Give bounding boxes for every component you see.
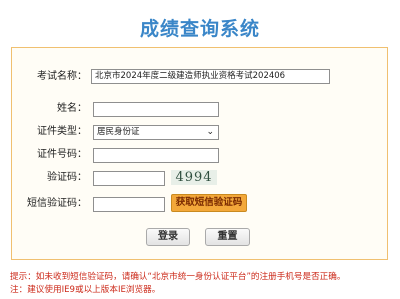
login-button[interactable]: 登录 — [146, 228, 190, 246]
name-label: 姓名： — [57, 103, 87, 114]
name-input[interactable] — [93, 102, 219, 117]
captcha-input[interactable] — [93, 171, 165, 186]
page-title: 成绩查询系统 — [139, 18, 260, 40]
sms-tip-note: 提示：如未收到短信验证码，请确认“北京市统一身份认证平台”的注册手机号是否正确。 — [10, 272, 346, 282]
get-sms-code-button[interactable]: 获取短信验证码 — [171, 194, 247, 212]
sms-code-label: 短信验证码： — [27, 198, 87, 209]
sms-code-input[interactable] — [93, 197, 165, 212]
captcha-image[interactable]: 4994 — [171, 170, 217, 185]
id-type-select[interactable]: 居民身份证 ⌄ — [93, 125, 219, 140]
chevron-down-icon: ⌄ — [206, 127, 214, 137]
exam-name-field: 北京市2024年度二级建造师执业资格考试202406 — [91, 69, 330, 84]
id-type-label: 证件类型： — [37, 126, 87, 137]
id-type-selected-value: 居民身份证 — [97, 127, 140, 137]
id-number-input[interactable] — [93, 148, 219, 163]
captcha-label: 验证码： — [47, 172, 87, 183]
browser-note: 注：建议使用IE9或以上版本IE浏览器。 — [10, 285, 161, 295]
exam-name-label: 考试名称： — [37, 71, 87, 82]
reset-button[interactable]: 重置 — [205, 228, 250, 246]
id-number-label: 证件号码： — [37, 149, 87, 160]
